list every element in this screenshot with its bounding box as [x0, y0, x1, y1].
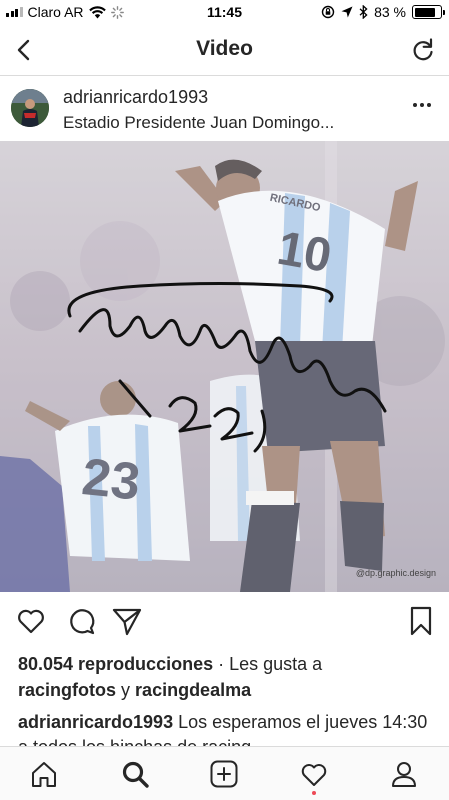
media-watermark: @dp.graphic.design [355, 568, 436, 578]
notification-dot [312, 791, 316, 795]
post-location[interactable]: Estadio Presidente Juan Domingo... [63, 113, 334, 133]
caption-author[interactable]: adrianricardo1993 [18, 712, 173, 732]
tab-new-post[interactable] [209, 759, 239, 789]
video-frame: 23 10 RICARDO [0, 141, 449, 592]
avatar[interactable] [11, 89, 49, 127]
view-count-line: 80.054 reproducciones · Les gusta a raci… [18, 651, 438, 703]
page-title: Video [196, 37, 253, 60]
comment-button[interactable] [64, 604, 98, 638]
liked-by-conjunction: y [121, 680, 131, 700]
battery-level [414, 7, 436, 17]
status-right: 83 % [321, 4, 445, 20]
tab-profile[interactable] [389, 759, 419, 789]
tab-activity[interactable] [299, 759, 329, 789]
more-options-button[interactable] [413, 103, 431, 107]
view-count[interactable]: 80.054 reproducciones [18, 654, 213, 674]
bottom-tab-bar [0, 746, 449, 800]
status-bar: Claro AR 11:45 83 % [0, 0, 449, 24]
refresh-button[interactable] [409, 36, 437, 64]
liked-by-user-2[interactable]: racingdealma [135, 680, 251, 700]
battery-icon [412, 5, 445, 19]
orientation-lock-icon [321, 5, 335, 19]
location-arrow-icon [341, 6, 353, 18]
liked-by-prefix: Les gusta a [229, 654, 323, 674]
liked-by-user-1[interactable]: racingfotos [18, 680, 116, 700]
ellipsis-icon [413, 103, 417, 107]
views-separator: · [213, 654, 230, 674]
save-button[interactable] [404, 604, 438, 638]
post-actions [0, 600, 449, 644]
post-header: adrianricardo1993 Estadio Presidente Jua… [0, 77, 449, 141]
tab-home[interactable] [29, 759, 59, 789]
post-username[interactable]: adrianricardo1993 [63, 87, 208, 108]
bluetooth-icon [359, 5, 368, 19]
navigation-bar: Video [0, 24, 449, 76]
tab-search[interactable] [120, 759, 150, 789]
battery-percentage: 83 % [374, 4, 406, 20]
like-button[interactable] [14, 604, 48, 638]
share-button[interactable] [110, 604, 144, 638]
post-video[interactable]: 23 10 RICARDO @dp.graphic.design [0, 141, 449, 592]
